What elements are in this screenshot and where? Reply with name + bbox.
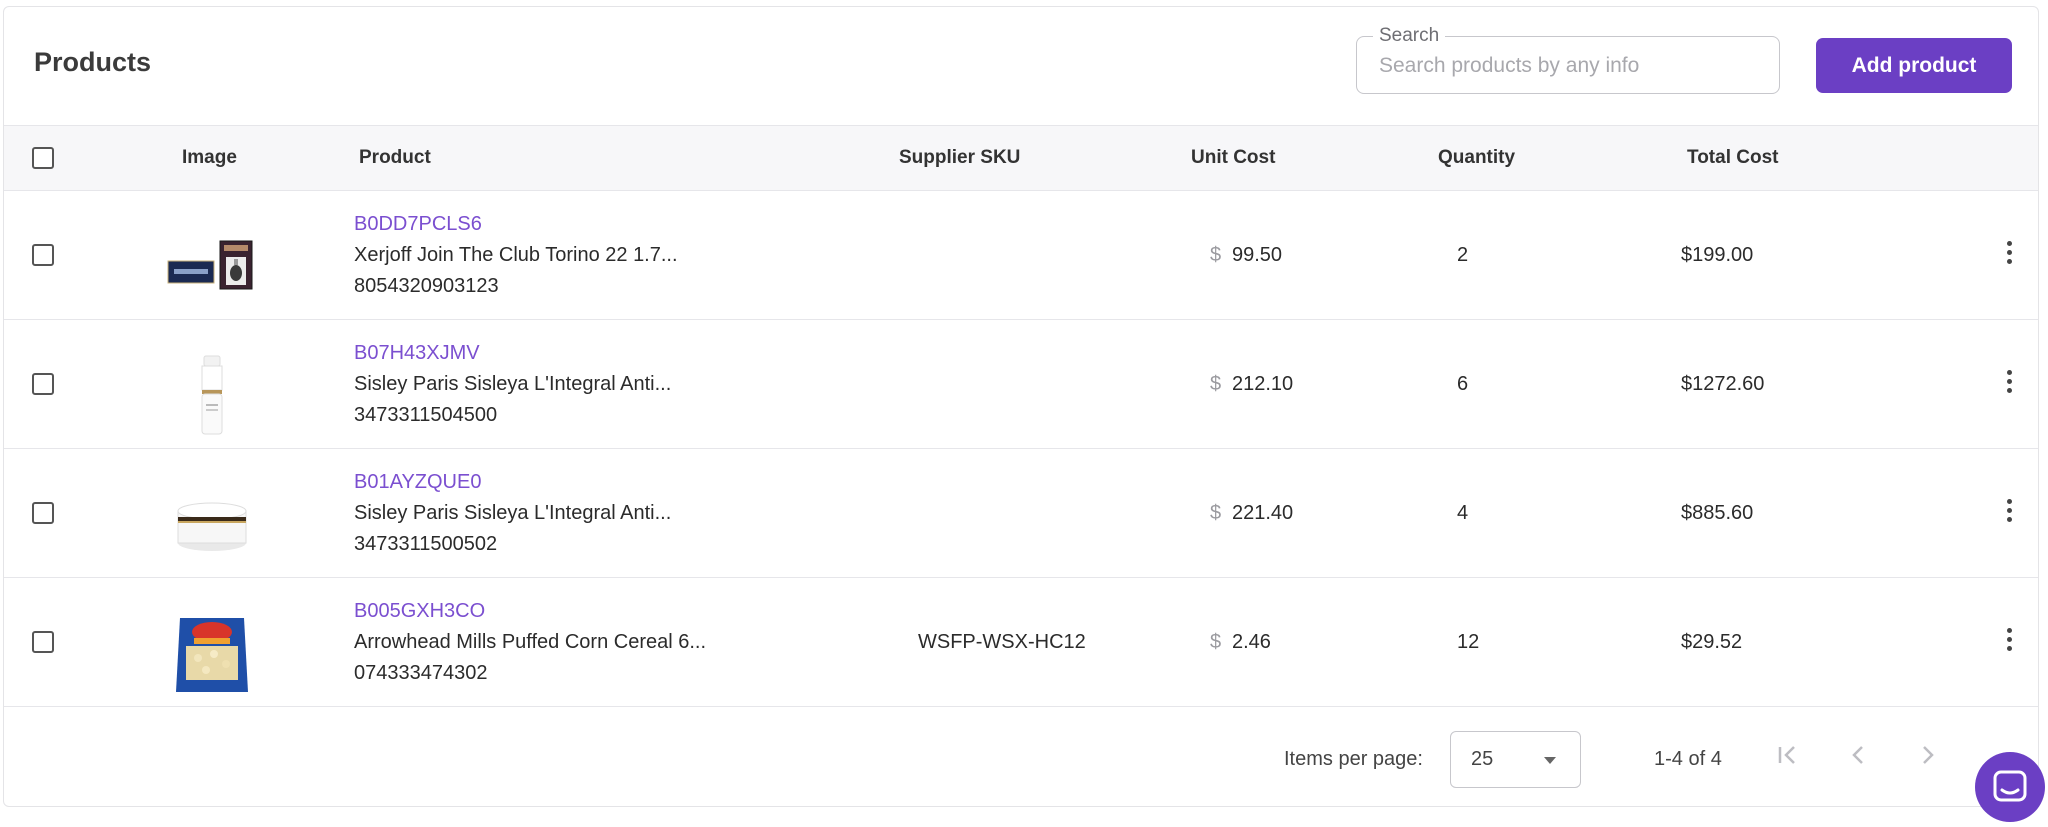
total-cost: $1272.60 (1681, 373, 1765, 395)
product-asin-link[interactable]: B0DD7PCLS6 (354, 213, 482, 236)
product-barcode: 3473311504500 (354, 404, 498, 426)
column-header-product[interactable]: Product (359, 147, 431, 169)
first-page-icon[interactable] (1770, 737, 1806, 773)
add-product-button[interactable]: Add product (1816, 38, 2012, 93)
product-name: Arrowhead Mills Puffed Corn Cereal 6... (354, 631, 707, 653)
table-row[interactable]: B01AYZQUE0 Sisley Paris Sisleya L'Integr… (4, 449, 2038, 578)
quantity[interactable]: 2 (1457, 244, 1468, 267)
search-input[interactable] (1377, 51, 1761, 81)
table-row[interactable]: B0DD7PCLS6 Xerjoff Join The Club Torino … (4, 191, 2038, 320)
column-header-image: Image (182, 147, 237, 168)
row-more-icon[interactable] (2003, 239, 2015, 269)
card-header: Products Search Add product (4, 7, 2038, 125)
search-field[interactable]: Search (1356, 25, 1780, 94)
currency-symbol: $ (1210, 373, 1222, 395)
product-asin-link[interactable]: B005GXH3CO (354, 600, 485, 623)
product-barcode: 3473311500502 (354, 533, 498, 555)
product-name: Xerjoff Join The Club Torino 22 1.7... (354, 244, 678, 266)
column-header-supplier-sku[interactable]: Supplier SKU (899, 147, 1020, 169)
currency-symbol: $ (1210, 244, 1222, 266)
items-per-page-select[interactable]: 25 (1450, 731, 1581, 788)
product-barcode: 8054320903123 (354, 275, 499, 297)
caret-down-icon (1544, 757, 1556, 764)
product-name: Sisley Paris Sisleya L'Integral Anti... (354, 502, 672, 524)
select-all-checkbox[interactable] (32, 147, 54, 169)
previous-page-icon[interactable] (1840, 737, 1876, 773)
total-cost: $199.00 (1681, 244, 1754, 266)
quantity[interactable]: 6 (1457, 373, 1468, 396)
cereal-bag-image (164, 610, 260, 698)
supplier-sku: WSFP-WSX-HC12 (918, 631, 1086, 653)
serum-bottle-image (164, 352, 260, 440)
products-card: Products Search Add product Image Produc… (3, 6, 2039, 807)
cream-jar-image (164, 481, 260, 569)
product-barcode: 074333474302 (354, 662, 488, 684)
quantity[interactable]: 4 (1457, 502, 1468, 525)
next-page-icon[interactable] (1910, 737, 1946, 773)
product-asin-link[interactable]: B07H43XJMV (354, 342, 480, 365)
row-checkbox[interactable] (32, 631, 54, 653)
chat-launcher-icon[interactable] (1975, 752, 2045, 822)
table-row[interactable]: B07H43XJMV Sisley Paris Sisleya L'Integr… (4, 320, 2038, 449)
total-cost: $29.52 (1681, 631, 1743, 653)
page-title: Products (34, 47, 152, 77)
column-header-quantity[interactable]: Quantity (1438, 147, 1515, 169)
column-header-total-cost[interactable]: Total Cost (1687, 147, 1778, 169)
perfume-box-image (164, 223, 260, 311)
table-row[interactable]: B005GXH3CO Arrowhead Mills Puffed Corn C… (4, 578, 2038, 707)
column-header-unit-cost[interactable]: Unit Cost (1191, 147, 1275, 169)
total-cost: $885.60 (1681, 502, 1754, 524)
row-more-icon[interactable] (2003, 368, 2015, 398)
currency-symbol: $ (1210, 631, 1222, 653)
unit-cost[interactable]: 2.46 (1232, 631, 1271, 654)
items-per-page-label: Items per page: (1284, 748, 1423, 770)
row-more-icon[interactable] (2003, 497, 2015, 527)
row-more-icon[interactable] (2003, 626, 2015, 656)
search-label: Search (1373, 25, 1446, 47)
unit-cost[interactable]: 221.40 (1232, 502, 1293, 525)
pagination-range: 1-4 of 4 (1654, 748, 1722, 770)
product-asin-link[interactable]: B01AYZQUE0 (354, 471, 481, 494)
items-per-page-value: 25 (1471, 748, 1494, 770)
row-checkbox[interactable] (32, 373, 54, 395)
unit-cost[interactable]: 212.10 (1232, 373, 1293, 396)
quantity[interactable]: 12 (1457, 631, 1479, 654)
table-header: Image Product Supplier SKU Unit Cost Qua… (4, 125, 2038, 191)
table-pagination: Items per page: 25 1-4 of 4 (4, 709, 2038, 808)
currency-symbol: $ (1210, 502, 1222, 524)
unit-cost[interactable]: 99.50 (1232, 244, 1282, 267)
row-checkbox[interactable] (32, 502, 54, 524)
product-name: Sisley Paris Sisleya L'Integral Anti... (354, 373, 672, 395)
row-checkbox[interactable] (32, 244, 54, 266)
